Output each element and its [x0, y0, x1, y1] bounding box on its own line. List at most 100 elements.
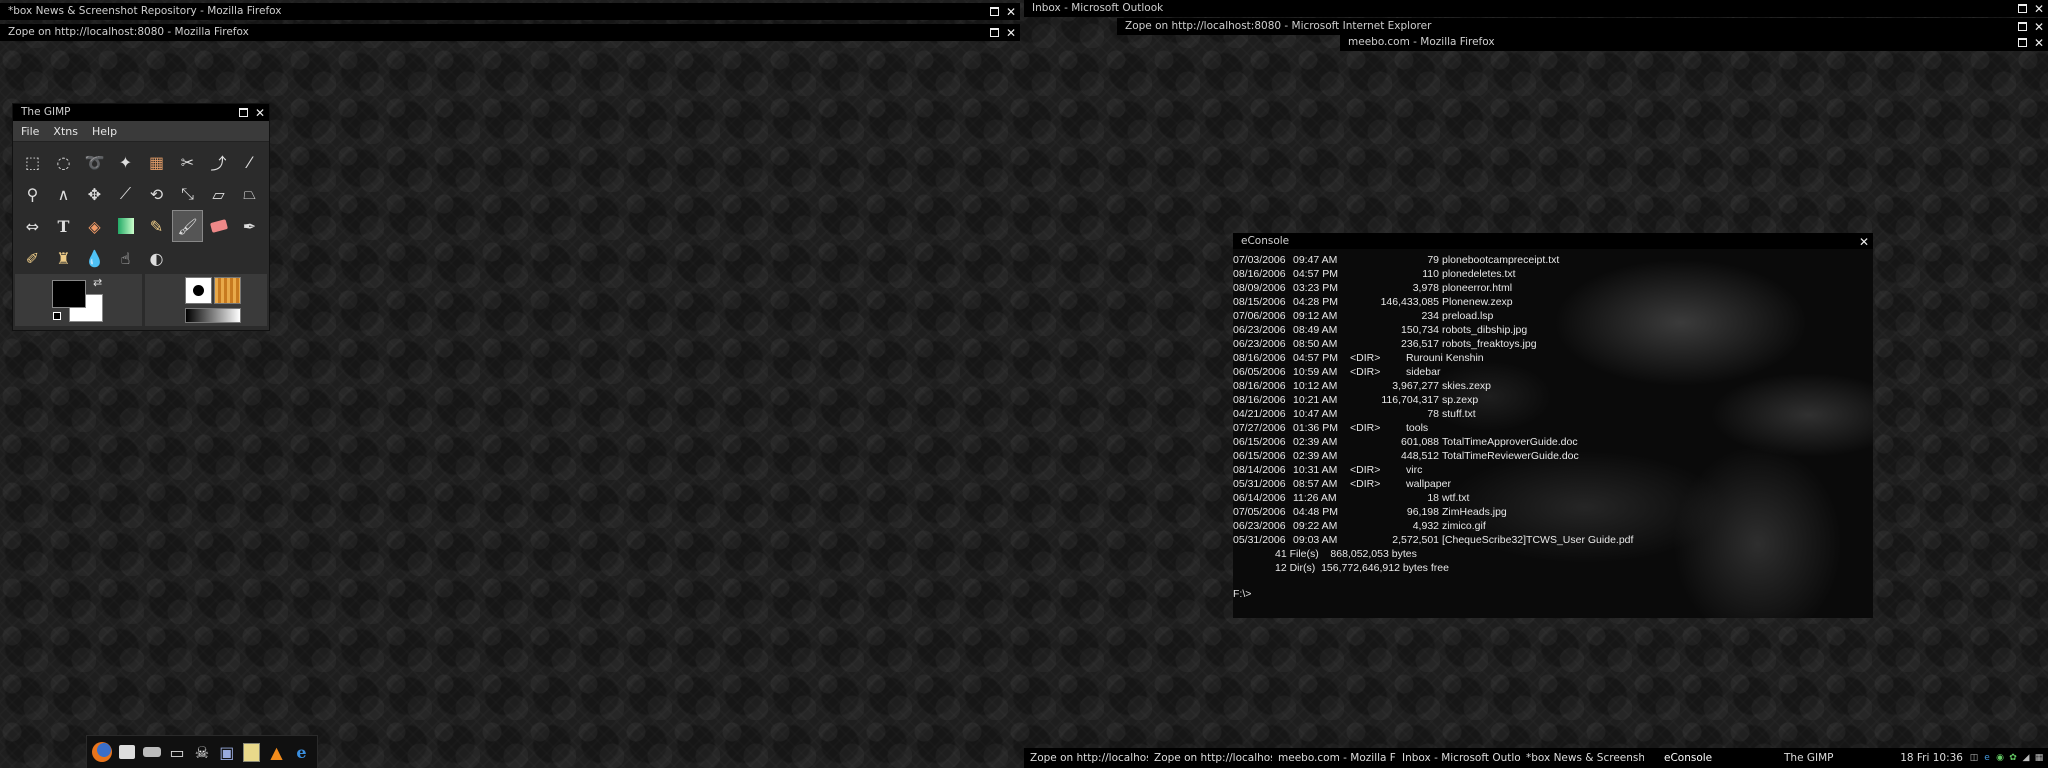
row-date: 07/05/2006 — [1233, 506, 1286, 518]
window-titlebar-outlook[interactable]: Inbox - Microsoft Outlook ✕ — [1024, 0, 2048, 17]
task-gimp[interactable]: The GIMP — [1768, 752, 1858, 764]
perspective-icon[interactable]: ⏢ — [234, 178, 265, 210]
maximize-icon[interactable] — [989, 27, 999, 38]
row-name: sidebar — [1406, 366, 1441, 378]
ie-icon[interactable]: e — [290, 741, 312, 763]
magnify-icon[interactable]: ⚲ — [17, 178, 48, 210]
color-select-icon[interactable]: ▦ — [141, 146, 172, 178]
row-date: 05/31/2006 — [1233, 534, 1286, 546]
close-icon[interactable]: ✕ — [2034, 3, 2044, 15]
task-outlook[interactable]: Inbox - Microsoft Outlook — [1396, 752, 1520, 764]
vlc-icon[interactable]: ▲ — [266, 741, 288, 763]
pattern-preview[interactable] — [214, 277, 241, 304]
econsole-titlebar[interactable]: eConsole ✕ — [1233, 233, 1873, 249]
firefox-icon[interactable] — [91, 741, 113, 763]
window-titlebar-firefox-box[interactable]: *box News & Screenshot Repository - Mozi… — [0, 3, 1020, 20]
row-size: 116,704,317 — [1381, 394, 1439, 406]
lasso-icon[interactable]: ➰ — [79, 146, 110, 178]
rotate-icon[interactable]: ⟲ — [141, 178, 172, 210]
maximize-icon[interactable] — [989, 6, 999, 17]
fuzzy-select-icon[interactable]: ✦ — [110, 146, 141, 178]
menu-xtns[interactable]: Xtns — [53, 125, 78, 138]
window-titlebar-firefox-zope[interactable]: Zope on http://localhost:8080 - Mozilla … — [0, 24, 1020, 41]
tray-network-icon[interactable]: ◫ — [1969, 753, 1979, 763]
task-zope-firefox[interactable]: Zope on http://localhos... — [1148, 752, 1272, 764]
window-titlebar-ie-zope[interactable]: Zope on http://localhost:8080 - Microsof… — [1117, 18, 2048, 35]
blend-icon[interactable] — [110, 210, 141, 242]
flip-icon[interactable]: ⇔ — [17, 210, 48, 242]
terminal-icon[interactable]: ▭ — [166, 741, 188, 763]
paintbrush-icon[interactable]: 🖌 — [172, 210, 203, 242]
scissors-icon[interactable]: ✂ — [172, 146, 203, 178]
tray-volume-icon[interactable]: ◢ — [2021, 753, 2031, 763]
dodge-burn-icon[interactable]: ◐ — [141, 242, 172, 274]
foreground-color-swatch[interactable] — [52, 280, 86, 308]
ink-icon[interactable]: ✐ — [17, 242, 48, 274]
tray-misc-icon[interactable]: ▦ — [2034, 753, 2044, 763]
row-size: 146,433,085 — [1380, 296, 1439, 308]
monitor-icon[interactable]: ▣ — [216, 741, 238, 763]
bucket-fill-icon[interactable]: ◈ — [79, 210, 110, 242]
row-date: 08/16/2006 — [1233, 352, 1286, 364]
task-zope-ie[interactable]: Zope on http://localhos... — [1024, 752, 1148, 764]
close-icon[interactable]: ✕ — [1006, 27, 1016, 39]
pirate-icon[interactable]: ☠ — [191, 741, 213, 763]
maximize-icon[interactable] — [238, 107, 248, 118]
color-picker-icon[interactable]: ⁄ — [234, 146, 265, 178]
row-date: 06/23/2006 — [1233, 520, 1286, 532]
crop-icon[interactable]: ⟋ — [110, 178, 141, 210]
row-date: 08/15/2006 — [1233, 296, 1286, 308]
row-size: 601,088 — [1401, 436, 1439, 448]
measure-icon[interactable]: ∧ — [48, 178, 79, 210]
eraser-icon[interactable] — [203, 210, 234, 242]
tray-ie-icon[interactable]: e — [1982, 753, 1992, 763]
default-colors-icon[interactable] — [53, 312, 61, 320]
task-econsole[interactable]: eConsole — [1644, 752, 1768, 764]
command-prompt[interactable]: F:\> — [1233, 587, 1873, 601]
row-size: 150,734 — [1401, 324, 1439, 336]
disk-icon[interactable] — [141, 741, 163, 763]
blur-icon[interactable]: 💧 — [79, 242, 110, 274]
gimp-titlebar[interactable]: The GIMP ✕ — [13, 104, 269, 121]
ellipse-select-icon[interactable]: ◌ — [48, 146, 79, 178]
airbrush-icon[interactable]: ✒ — [234, 210, 265, 242]
rect-select-icon[interactable]: ⬚ — [17, 146, 48, 178]
smudge-icon[interactable]: ☝ — [110, 242, 141, 274]
menu-file[interactable]: File — [21, 125, 39, 138]
tray-chat-icon[interactable]: ✿ — [2008, 753, 2018, 763]
row-dir-tag: <DIR> — [1350, 366, 1381, 378]
maximize-icon[interactable] — [2017, 37, 2027, 48]
clock[interactable]: 18 Fri 10:36 — [1900, 752, 1969, 764]
finder-icon[interactable] — [116, 741, 138, 763]
window-titlebar-meebo[interactable]: meebo.com - Mozilla Firefox ✕ — [1340, 34, 2048, 51]
brush-preview[interactable] — [185, 277, 212, 304]
close-icon[interactable]: ✕ — [1859, 236, 1869, 248]
pencil-icon[interactable]: ✎ — [141, 210, 172, 242]
scale-icon[interactable]: ⤡ — [172, 178, 203, 210]
console-output[interactable]: 07/03/2006 09:47 AM 79 plonebootcampreceipt… — [1233, 249, 1873, 618]
row-time: 04:28 PM — [1293, 296, 1338, 308]
menu-help[interactable]: Help — [92, 125, 117, 138]
task-meebo[interactable]: meebo.com - Mozilla Fir... — [1272, 752, 1396, 764]
close-icon[interactable]: ✕ — [2034, 37, 2044, 49]
row-date: 06/05/2006 — [1233, 366, 1286, 378]
swap-colors-icon[interactable]: ⇄ — [93, 276, 102, 289]
paths-icon[interactable]: ⤴ — [203, 146, 234, 178]
text-icon[interactable]: T — [48, 210, 79, 242]
row-name: zimico.gif — [1442, 520, 1486, 532]
row-name: wallpaper — [1406, 478, 1451, 490]
tray-security-icon[interactable]: ◉ — [1995, 753, 2005, 763]
close-icon[interactable]: ✕ — [1006, 6, 1016, 18]
maximize-icon[interactable] — [2017, 21, 2027, 32]
task-box-news[interactable]: *box News & Screensh... — [1520, 752, 1644, 764]
move-icon[interactable]: ✥ — [79, 178, 110, 210]
maximize-icon[interactable] — [2017, 3, 2027, 14]
text-editor-icon[interactable] — [241, 741, 263, 763]
clone-icon[interactable]: ♜ — [48, 242, 79, 274]
shear-icon[interactable]: ▱ — [203, 178, 234, 210]
close-icon[interactable]: ✕ — [2034, 21, 2044, 33]
row-name: [ChequeScribe32]TCWS_User Guide.pdf — [1442, 534, 1634, 546]
close-icon[interactable]: ✕ — [255, 107, 265, 119]
row-time: 10:12 AM — [1293, 380, 1338, 392]
gradient-preview[interactable] — [185, 308, 241, 323]
